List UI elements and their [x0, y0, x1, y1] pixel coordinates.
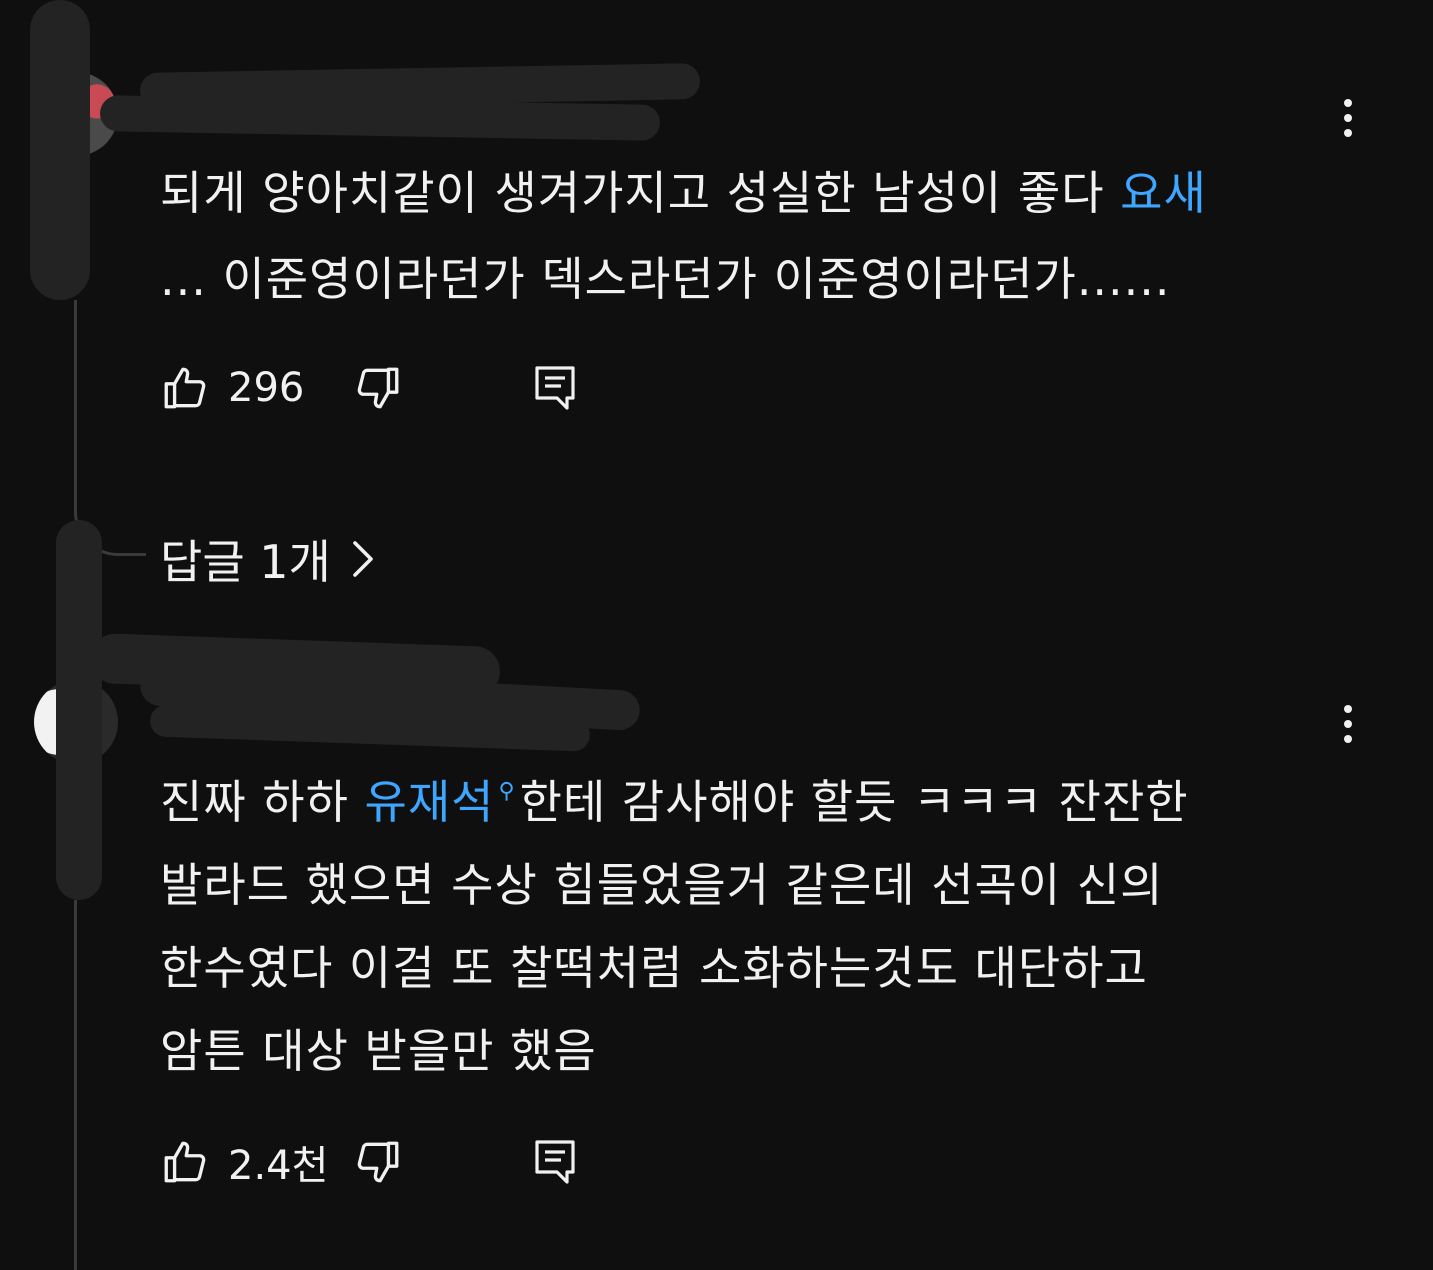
comment-reply-icon — [535, 366, 575, 410]
thumbs-up-icon — [164, 1141, 206, 1183]
comment-line: ... 이준영이라던가 덱스라던가 이준영이라던가...... — [160, 252, 1171, 306]
search-icon[interactable]: ⚲ — [499, 779, 516, 804]
like-count: 296 — [228, 365, 305, 411]
like-button[interactable]: 296 — [160, 363, 333, 413]
comment-text: 진짜 하하 유재석 ⚲한테 감사해야 할듯 ㅋㅋㅋ 잔잔한 발라드 했으면 수상 … — [160, 750, 1310, 1093]
like-button[interactable]: 2.4천 — [160, 1133, 333, 1191]
comment-line: 발라드 했으면 수상 힘들었을거 같은데 선곡이 신의 — [160, 858, 1164, 912]
comment-line: 진짜 하하 유재석 ⚲한테 감사해야 할듯 ㅋㅋㅋ 잔잔한 — [160, 775, 1189, 829]
more-vert-icon — [1344, 99, 1352, 107]
redaction-scribble — [56, 520, 102, 900]
redaction-scribble — [30, 0, 90, 300]
dislike-button[interactable] — [353, 1137, 403, 1187]
more-options-button[interactable] — [1333, 94, 1363, 142]
comment-line: 한수였다 이걸 또 찰떡처럼 소화하는것도 대단하고 — [160, 941, 1148, 995]
more-vert-icon — [1344, 705, 1352, 713]
reply-button[interactable] — [531, 362, 579, 414]
comment-text: 되게 양아치같이 생겨가지고 성실한 남성이 좋다 요새 ... 이준영이라던가… — [160, 150, 1310, 322]
search-link[interactable]: 유재석 — [365, 775, 495, 829]
more-options-button[interactable] — [1333, 700, 1363, 748]
replies-label: 답글 1개 — [160, 535, 331, 589]
thread-line-top — [74, 300, 77, 480]
like-count: 2.4천 — [228, 1143, 329, 1189]
chevron-right-icon — [353, 541, 373, 577]
reply-button[interactable] — [531, 1136, 579, 1188]
thumbs-up-icon — [164, 367, 206, 409]
comment-line: 되게 양아치같이 생겨가지고 성실한 남성이 좋다 요새 — [160, 166, 1207, 220]
comment-reply-icon — [535, 1140, 575, 1184]
thumbs-down-icon — [357, 1141, 399, 1183]
comment-actions: 2.4천 — [160, 1132, 579, 1192]
thread-line-bottom — [74, 900, 77, 1270]
comment-line: 암튼 대상 받을만 했음 — [160, 1024, 597, 1078]
hashtag-link[interactable]: 요새 — [1120, 166, 1207, 220]
comment-actions: 296 — [160, 358, 579, 418]
redaction-scribble — [99, 95, 661, 141]
view-replies-button[interactable]: 답글 1개 — [160, 526, 375, 592]
thumbs-down-icon — [357, 367, 399, 409]
dislike-button[interactable] — [353, 363, 403, 413]
